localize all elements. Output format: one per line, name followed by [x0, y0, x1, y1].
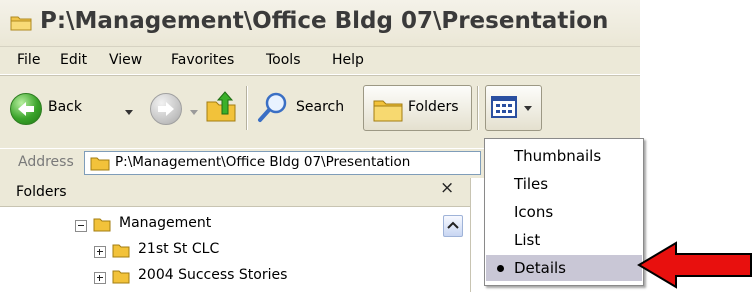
close-icon[interactable]: ×: [440, 178, 454, 198]
expand-icon[interactable]: [94, 272, 106, 284]
up-folder-icon[interactable]: [204, 90, 238, 124]
views-icon: [491, 96, 517, 118]
menu-item-label: Thumbnails: [514, 147, 602, 165]
menu-item-details[interactable]: Details: [486, 255, 642, 281]
folder-window-icon: [10, 16, 32, 31]
menu-edit[interactable]: Edit: [60, 52, 87, 68]
tree-item-label: 21st St CLC: [138, 241, 220, 257]
folders-button[interactable]: Folders: [363, 85, 472, 131]
collapse-icon[interactable]: [75, 220, 87, 232]
forward-arrow-icon: [158, 102, 174, 116]
menu-view[interactable]: View: [109, 52, 142, 68]
forward-dropdown-icon[interactable]: [190, 110, 198, 115]
folders-pane-header: Folders ×: [0, 178, 470, 207]
menu-item-icons[interactable]: Icons: [486, 199, 642, 225]
search-icon: [258, 92, 287, 122]
folder-icon: [90, 157, 110, 171]
folders-label: Folders: [408, 99, 459, 115]
menu-favorites[interactable]: Favorites: [171, 52, 234, 68]
back-dropdown-icon[interactable]: [125, 110, 133, 115]
back-label: Back: [48, 99, 82, 115]
toolbar-separator: [477, 86, 479, 130]
scroll-up-button[interactable]: [443, 215, 463, 237]
address-input[interactable]: P:\Management\Office Bldg 07\Presentatio…: [84, 151, 481, 175]
selected-bullet-icon: [497, 265, 504, 272]
folder-icon: [93, 218, 111, 232]
menu-item-label: Tiles: [514, 175, 549, 193]
menu-item-label: Icons: [514, 203, 554, 221]
expand-icon[interactable]: [94, 246, 106, 258]
menu-item-tiles[interactable]: Tiles: [486, 171, 642, 197]
menu-item-thumbnails[interactable]: Thumbnails: [486, 143, 642, 169]
folders-pane-title: Folders: [16, 184, 67, 200]
search-label: Search: [296, 99, 345, 115]
views-menu: Thumbnails Tiles Icons List Details: [484, 138, 644, 286]
window-title: P:\Management\Office Bldg 07\Presentatio…: [40, 8, 609, 34]
red-arrow-icon: [637, 241, 752, 289]
menu-file[interactable]: File: [17, 52, 40, 68]
menu-help[interactable]: Help: [332, 52, 364, 68]
folder-icon: [112, 244, 130, 258]
menu-item-label: Details: [514, 259, 567, 277]
views-button[interactable]: [485, 85, 542, 131]
address-label: Address: [18, 154, 74, 170]
tree-item-label: 2004 Success Stories: [138, 267, 288, 283]
chevron-up-icon: [447, 221, 459, 229]
title-bar: P:\Management\Office Bldg 07\Presentatio…: [0, 0, 640, 47]
menu-item-list[interactable]: List: [486, 227, 642, 253]
views-dropdown-icon: [524, 106, 532, 111]
address-value: P:\Management\Office Bldg 07\Presentatio…: [115, 154, 411, 170]
search-button[interactable]: Search: [256, 88, 356, 128]
menu-tools[interactable]: Tools: [266, 52, 301, 68]
forward-button[interactable]: [150, 93, 182, 125]
folders-icon: [373, 100, 403, 122]
folder-icon: [112, 270, 130, 284]
back-button[interactable]: Back: [10, 90, 120, 126]
toolbar-separator: [246, 86, 248, 130]
menu-item-label: List: [514, 231, 541, 249]
folders-pane: Folders × Management 21st St CLC 2004 Su…: [0, 178, 470, 292]
tree-item-label: Management: [119, 215, 212, 231]
back-arrow-icon: [10, 93, 42, 125]
menu-bar: File Edit View Favorites Tools Help: [0, 47, 640, 75]
